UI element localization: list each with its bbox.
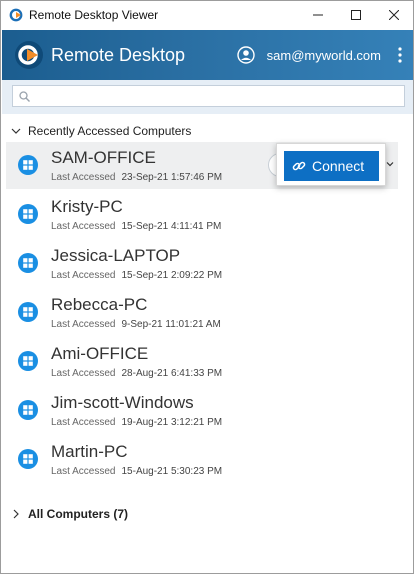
app-logo-icon: [9, 8, 23, 22]
search-bar: [2, 80, 413, 114]
computer-row[interactable]: Jessica-LAPTOP Last Accessed 15-Sep-21 2:…: [6, 240, 398, 287]
computer-row[interactable]: Kristy-PC Last Accessed 15-Sep-21 4:11:41…: [6, 191, 398, 238]
close-button[interactable]: [375, 1, 413, 29]
computer-name: Jim-scott-Windows: [51, 393, 194, 412]
close-icon: [389, 10, 399, 20]
computer-name: Martin-PC: [51, 442, 128, 461]
last-accessed: Last Accessed 28-Aug-21 6:41:33 PM: [51, 368, 222, 379]
brand-name: Remote Desktop: [51, 44, 186, 65]
chevron-down-icon[interactable]: [386, 160, 394, 168]
minimize-icon: [313, 14, 323, 16]
last-accessed-label: Last Accessed: [51, 172, 116, 183]
last-accessed-date: 9-Sep-21 11:01:21 AM: [121, 319, 221, 330]
computer-row[interactable]: Martin-PC Last Accessed 15-Aug-21 5:30:23…: [6, 436, 398, 483]
windows-icon: [18, 449, 38, 469]
search-box[interactable]: [12, 85, 405, 107]
last-accessed: Last Accessed 15-Sep-21 2:09:22 PM: [51, 270, 222, 281]
user-avatar-icon[interactable]: [236, 46, 255, 64]
last-accessed-date: 15-Sep-21 2:09:22 PM: [121, 270, 223, 281]
last-accessed-date: 15-Aug-21 5:30:23 PM: [121, 466, 223, 477]
windows-icon: [18, 302, 38, 322]
windows-icon: [18, 155, 38, 175]
computer-name: Rebecca-PC: [51, 295, 148, 314]
search-icon: [19, 91, 30, 102]
computer-name: Ami-OFFICE: [51, 344, 149, 363]
recent-section-label: Recently Accessed Computers: [28, 124, 192, 138]
last-accessed-date: 19-Aug-21 3:12:21 PM: [121, 417, 223, 428]
windows-icon: [18, 253, 38, 273]
windows-icon: [18, 204, 38, 224]
last-accessed-label: Last Accessed: [51, 221, 116, 232]
link-icon: [292, 161, 306, 171]
chevron-down-icon: [11, 128, 21, 134]
last-accessed-date: 15-Sep-21 4:11:41 PM: [121, 221, 222, 232]
computer-row[interactable]: Jim-scott-Windows Last Accessed 19-Aug-21…: [6, 387, 398, 434]
last-accessed: Last Accessed 19-Aug-21 3:12:21 PM: [51, 417, 222, 428]
app-window: Remote Desktop Viewer Remote Desktop sam…: [0, 0, 414, 574]
chevron-right-icon: [13, 509, 19, 519]
connect-label: Connect: [312, 158, 365, 174]
more-options-button[interactable]: [393, 45, 407, 65]
computer-name: Jessica-LAPTOP: [51, 246, 181, 265]
all-computers-label: All Computers (7): [28, 507, 129, 521]
last-accessed-date: 23-Sep-21 1:57:46 PM: [121, 172, 223, 183]
minimize-button[interactable]: [299, 1, 337, 29]
brand-logo-icon: [15, 41, 43, 69]
computer-row[interactable]: Ami-OFFICE Last Accessed 28-Aug-21 6:41:3…: [6, 338, 398, 385]
last-accessed-label: Last Accessed: [51, 368, 116, 379]
recent-section-toggle[interactable]: Recently Accessed Computers: [11, 124, 191, 138]
maximize-button[interactable]: [337, 1, 375, 29]
connect-button[interactable]: Connect: [284, 151, 379, 181]
last-accessed-date: 28-Aug-21 6:41:33 PM: [121, 368, 223, 379]
last-accessed: Last Accessed 15-Aug-21 5:30:23 PM: [51, 466, 222, 477]
app-header: Remote Desktop sam@myworld.com: [2, 30, 413, 80]
computer-row[interactable]: Rebecca-PC Last Accessed 9-Sep-21 11:01:2…: [6, 289, 398, 336]
title-bar[interactable]: Remote Desktop Viewer: [1, 1, 413, 29]
last-accessed-label: Last Accessed: [51, 466, 116, 477]
last-accessed-label: Last Accessed: [51, 417, 116, 428]
maximize-icon: [351, 10, 361, 20]
search-input[interactable]: [35, 87, 395, 105]
computer-name: SAM-OFFICE: [51, 148, 156, 167]
last-accessed: Last Accessed 9-Sep-21 11:01:21 AM: [51, 319, 221, 330]
connect-popover: Connect: [276, 143, 386, 186]
user-email[interactable]: sam@myworld.com: [267, 48, 381, 63]
last-accessed: Last Accessed 23-Sep-21 1:57:46 PM: [51, 172, 222, 183]
last-accessed: Last Accessed 15-Sep-21 4:11:41 PM: [51, 221, 221, 232]
all-computers-toggle[interactable]: All Computers (7): [11, 507, 128, 521]
last-accessed-label: Last Accessed: [51, 319, 116, 330]
windows-icon: [18, 400, 38, 420]
window-title: Remote Desktop Viewer: [29, 8, 159, 22]
computer-name: Kristy-PC: [51, 197, 123, 216]
windows-icon: [18, 351, 38, 371]
last-accessed-label: Last Accessed: [51, 270, 116, 281]
more-vertical-icon: [398, 47, 402, 63]
